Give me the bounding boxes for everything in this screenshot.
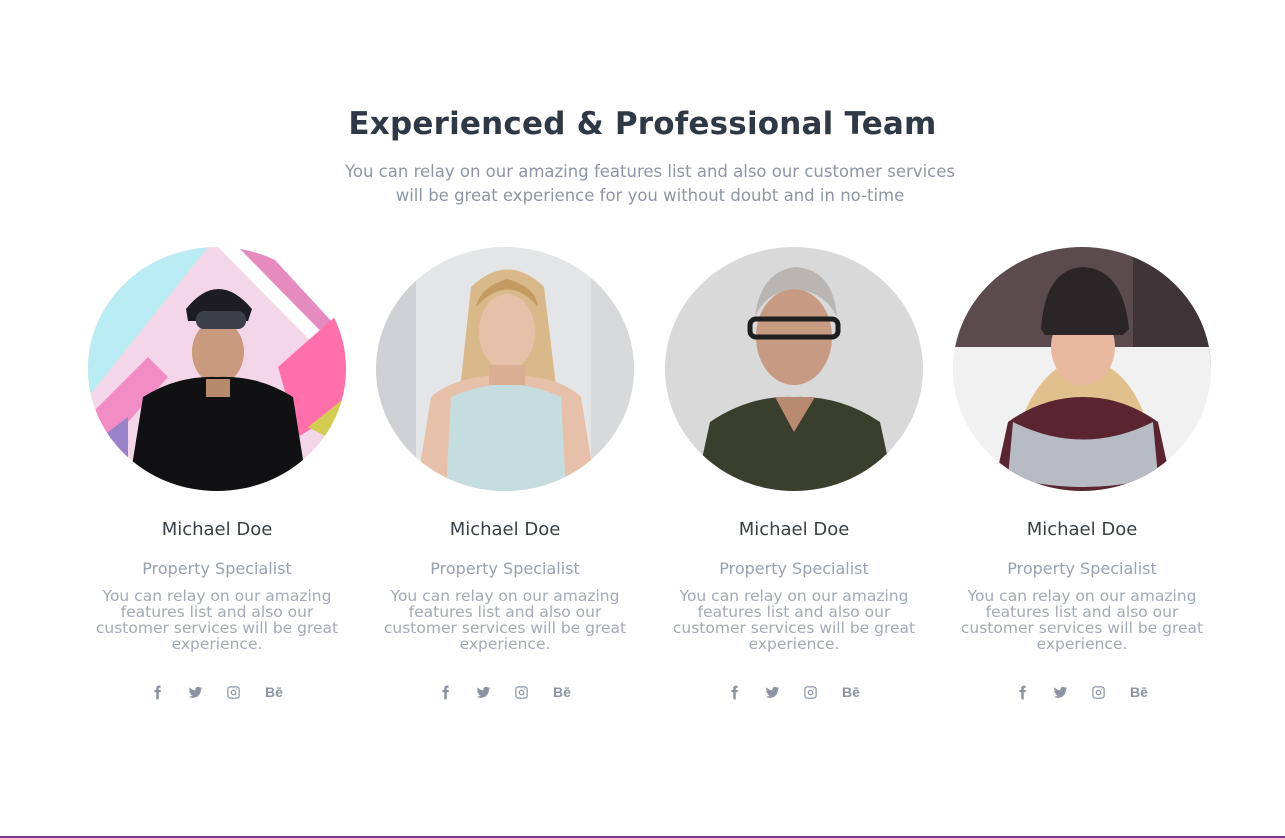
member-bio: You can relay on our amazing features li… bbox=[672, 587, 916, 653]
team-card: Michael Doe Property Specialist You can … bbox=[953, 247, 1211, 717]
social-links: Bē bbox=[376, 683, 634, 701]
member-name: Michael Doe bbox=[738, 519, 850, 540]
member-bio: You can relay on our amazing features li… bbox=[960, 587, 1204, 653]
instagram-icon[interactable] bbox=[1089, 683, 1107, 701]
behance-icon[interactable]: Bē bbox=[262, 683, 286, 701]
behance-icon[interactable]: Bē bbox=[839, 683, 863, 701]
instagram-icon[interactable] bbox=[512, 683, 530, 701]
social-links: Bē bbox=[665, 683, 923, 701]
instagram-icon[interactable] bbox=[224, 683, 242, 701]
instagram-icon[interactable] bbox=[801, 683, 819, 701]
behance-icon[interactable]: Bē bbox=[1127, 683, 1151, 701]
facebook-icon[interactable] bbox=[725, 683, 743, 701]
team-card: Michael Doe Property Specialist You can … bbox=[665, 247, 923, 717]
facebook-icon[interactable] bbox=[1013, 683, 1031, 701]
twitter-icon[interactable] bbox=[763, 683, 781, 701]
member-bio: You can relay on our amazing features li… bbox=[95, 587, 339, 653]
member-name: Michael Doe bbox=[161, 519, 273, 540]
member-role: Property Specialist bbox=[1007, 559, 1157, 578]
twitter-icon[interactable] bbox=[474, 683, 492, 701]
facebook-icon[interactable] bbox=[148, 683, 166, 701]
team-card: Michael Doe Property Specialist You can … bbox=[376, 247, 634, 717]
member-bio: You can relay on our amazing features li… bbox=[383, 587, 627, 653]
team-member-photo bbox=[953, 247, 1211, 491]
social-links: Bē bbox=[88, 683, 346, 701]
member-name: Michael Doe bbox=[1026, 519, 1138, 540]
social-links: Bē bbox=[953, 683, 1211, 701]
member-role: Property Specialist bbox=[142, 559, 292, 578]
team-member-photo bbox=[376, 247, 634, 491]
section-title: Experienced & Professional Team bbox=[348, 106, 937, 142]
facebook-icon[interactable] bbox=[436, 683, 454, 701]
team-card: Michael Doe Property Specialist You can … bbox=[88, 247, 346, 717]
member-name: Michael Doe bbox=[449, 519, 561, 540]
team-section: Experienced & Professional Team You can … bbox=[0, 0, 1285, 836]
twitter-icon[interactable] bbox=[1051, 683, 1069, 701]
behance-icon[interactable]: Bē bbox=[550, 683, 574, 701]
team-member-photo bbox=[665, 247, 923, 491]
twitter-icon[interactable] bbox=[186, 683, 204, 701]
member-role: Property Specialist bbox=[719, 559, 869, 578]
team-member-photo bbox=[88, 247, 346, 491]
member-role: Property Specialist bbox=[430, 559, 580, 578]
section-subtitle: You can relay on our amazing features li… bbox=[345, 162, 955, 205]
